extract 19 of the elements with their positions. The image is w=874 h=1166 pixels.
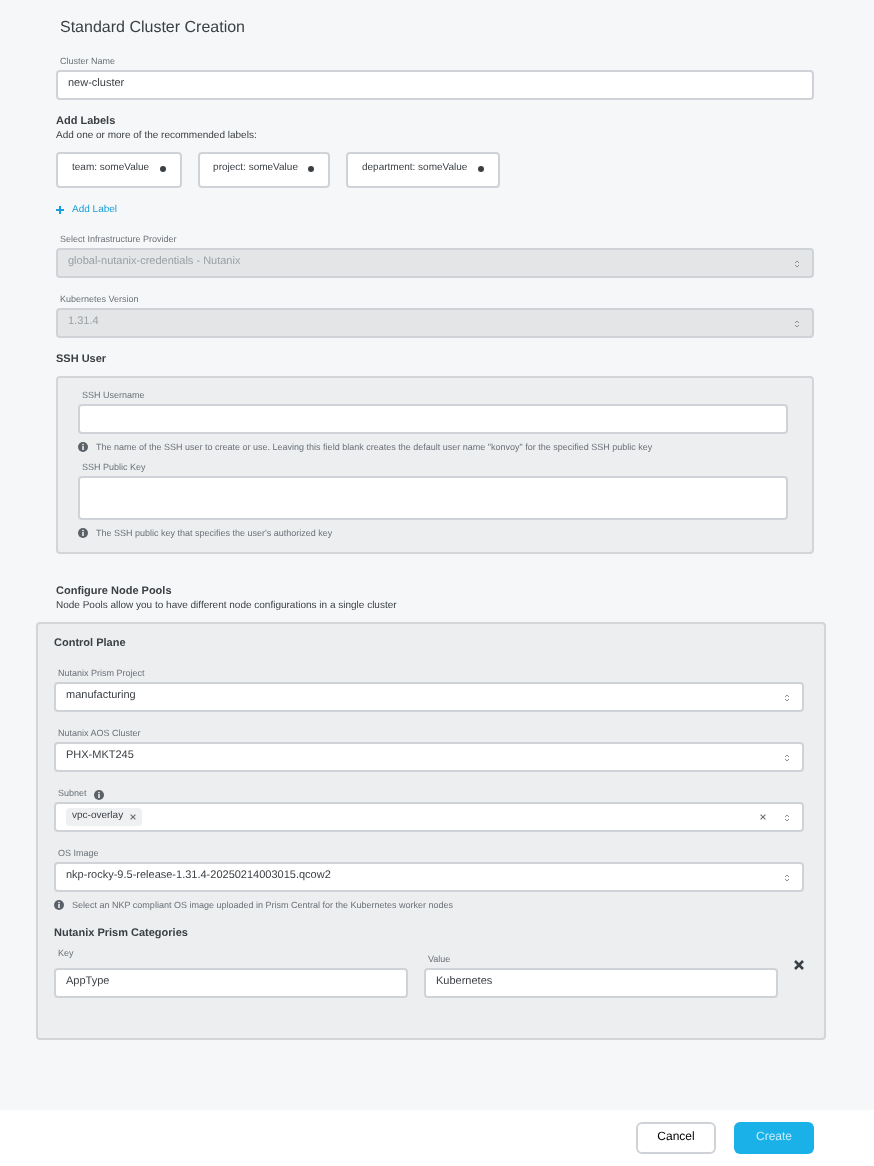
input-field[interactable]	[78, 404, 788, 434]
caret-icon	[782, 751, 792, 763]
caret-icon	[782, 691, 792, 703]
close-icon	[129, 814, 136, 820]
dot-icon	[477, 166, 484, 173]
caret-icon	[782, 871, 792, 883]
plus-icon	[56, 206, 64, 215]
dot-icon	[159, 166, 166, 173]
caret-icon	[792, 317, 802, 329]
caret-icon	[782, 811, 792, 823]
textarea-field[interactable]	[78, 476, 788, 520]
page-title: Standard Cluster Creation	[60, 16, 247, 40]
close-icon	[794, 960, 804, 971]
info-icon	[78, 442, 88, 452]
dot-icon	[307, 166, 314, 173]
caret-icon	[792, 257, 802, 269]
close-icon	[760, 814, 766, 820]
info-icon	[78, 528, 88, 538]
info-icon	[54, 900, 64, 910]
